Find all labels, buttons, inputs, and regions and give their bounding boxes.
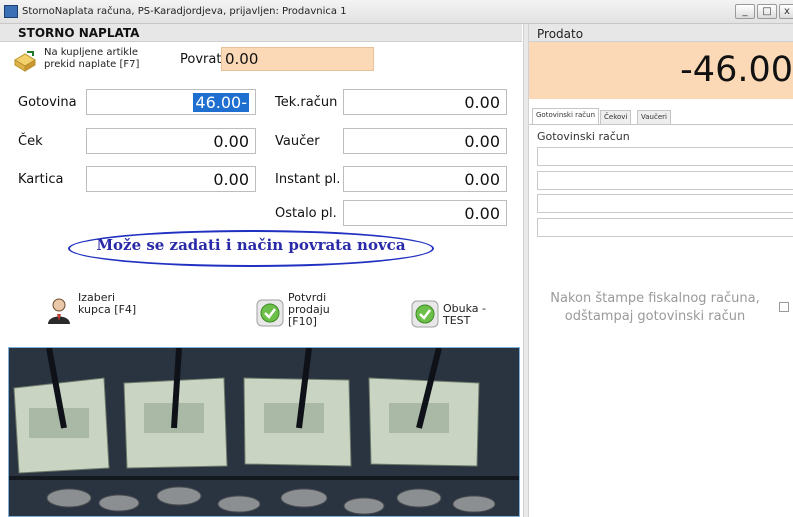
storno-title: STORNO NAPLATA xyxy=(18,26,140,40)
close-button[interactable]: x xyxy=(779,4,793,19)
tab-gotovinski-racun[interactable]: Gotovinski račun xyxy=(532,108,600,124)
povrat-label: Povrat xyxy=(180,52,222,67)
maximize-button[interactable]: □ xyxy=(757,4,777,19)
cek-field[interactable]: 0.00 xyxy=(86,128,256,154)
ostalo-label: Ostalo pl. xyxy=(275,206,337,221)
training-test-button[interactable]: Obuka - TEST xyxy=(443,303,487,327)
ostalo-field[interactable]: 0.00 xyxy=(343,200,507,226)
prodato-title: Prodato xyxy=(537,27,584,41)
print-cash-receipt-checkbox[interactable] xyxy=(779,302,789,312)
training-check-icon[interactable] xyxy=(411,300,439,328)
return-items-button-label[interactable]: Na kupljene artikle prekid naplate [F7] xyxy=(44,47,164,71)
vaucer-label: Vaučer xyxy=(275,134,320,149)
return-items-icon[interactable] xyxy=(13,50,37,72)
gotovinski-racun-row[interactable] xyxy=(537,147,793,166)
minimize-button[interactable]: _ xyxy=(735,4,755,19)
gotovina-label: Gotovina xyxy=(18,95,77,110)
kartica-field[interactable]: 0.00 xyxy=(86,166,256,192)
select-customer-button[interactable]: Izaberi kupca [F4] xyxy=(78,292,138,316)
gotovinski-racun-title: Gotovinski račun xyxy=(537,130,630,143)
cek-label: Ček xyxy=(18,134,43,149)
gotovinski-racun-row[interactable] xyxy=(537,171,793,190)
povrat-field[interactable]: 0.00 xyxy=(221,47,374,71)
window-title: StornoNaplata računa, PS-Karadjordjeva, … xyxy=(22,6,347,17)
tekracun-label: Tek.račun xyxy=(275,95,338,110)
tekracun-field[interactable]: 0.00 xyxy=(343,89,507,115)
confirm-check-icon[interactable] xyxy=(256,299,284,327)
tab-vauceri[interactable]: Vaučeri xyxy=(637,110,671,124)
instant-field[interactable]: 0.00 xyxy=(343,166,507,192)
gotovinski-racun-row[interactable] xyxy=(537,218,793,237)
customer-icon[interactable] xyxy=(45,297,73,325)
tab-cekovi[interactable]: Čekovi xyxy=(600,110,632,124)
kartica-label: Kartica xyxy=(18,172,64,187)
instant-label: Instant pl. xyxy=(275,172,341,187)
hint-text: Može se zadati i način povrata novca xyxy=(96,236,406,254)
prodato-amount: -46.00 xyxy=(680,50,793,90)
confirm-sale-button[interactable]: Potvrdi prodaju [F10] xyxy=(288,292,348,328)
vaucer-field[interactable]: 0.00 xyxy=(343,128,507,154)
app-icon xyxy=(4,5,18,18)
gotovina-field[interactable]: 46.00- xyxy=(86,89,256,115)
gotovina-value: 46.00- xyxy=(193,93,249,112)
tab-divider xyxy=(529,124,793,125)
cash-drawer-image xyxy=(8,347,520,517)
print-cash-receipt-label: Nakon štampe fiskalnog računa, odštampaj… xyxy=(550,291,760,324)
gotovinski-racun-row[interactable] xyxy=(537,194,793,213)
